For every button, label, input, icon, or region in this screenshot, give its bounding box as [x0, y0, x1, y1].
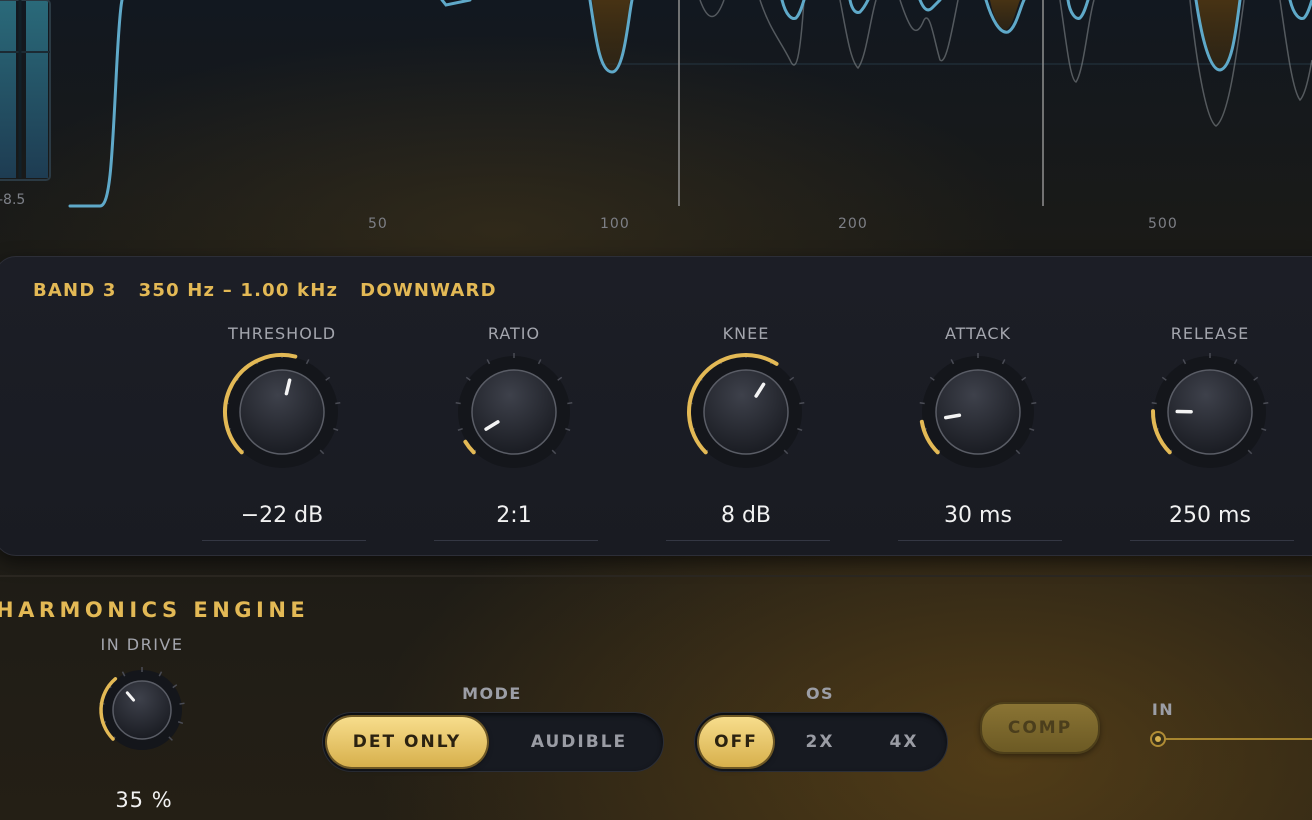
level-meter [0, 0, 51, 181]
band-name: BAND 3 [33, 280, 117, 301]
in-drive-label: IN DRIVE [100, 635, 184, 654]
mode-det-only-button[interactable]: DET ONLY [327, 717, 487, 767]
knee-value[interactable]: 8 dB [664, 503, 828, 528]
comp-button[interactable]: COMP [980, 702, 1100, 754]
os-switch: OFF 2X 4X [694, 712, 948, 772]
threshold-value[interactable]: −22 dB [200, 503, 364, 528]
spectrum-analyzer[interactable] [0, 0, 1312, 240]
knob-tick [1263, 402, 1269, 405]
knee-label: KNEE [722, 324, 770, 343]
knob-tick [1031, 402, 1037, 405]
mode-label: MODE [462, 684, 522, 703]
band-range: 350 Hz – 1.00 kHz [138, 280, 339, 301]
release-value[interactable]: 250 ms [1128, 503, 1292, 528]
knee-underline [666, 540, 830, 541]
os-2x-button[interactable]: 2X [783, 717, 857, 767]
release-label: RELEASE [1170, 324, 1250, 343]
knob-tick [919, 402, 925, 405]
section-divider [0, 575, 1312, 577]
freq-label-100: 100 [600, 216, 630, 232]
freq-label-500: 500 [1148, 216, 1178, 232]
attack-value[interactable]: 30 ms [896, 503, 1060, 528]
os-4x-button[interactable]: 4X [867, 717, 941, 767]
knob-tick [455, 402, 461, 405]
in-drive-value[interactable]: 35 % [84, 788, 204, 812]
threshold-label: THRESHOLD [227, 324, 337, 343]
harmonics-title: HARMONICS ENGINE [0, 598, 310, 622]
knob-tick [335, 402, 341, 405]
meter-value: -8.5 [0, 192, 26, 208]
knob-cap [239, 369, 325, 455]
band-mode[interactable]: DOWNWARD [360, 280, 497, 301]
knob-tick [179, 702, 185, 705]
knob-tick [567, 402, 573, 405]
threshold-underline [202, 540, 366, 541]
freq-label-200: 200 [838, 216, 868, 232]
knob-cap [935, 369, 1021, 455]
in-label: IN [1151, 700, 1175, 719]
knob-tick [1151, 402, 1157, 405]
mode-switch: DET ONLY AUDIBLE [322, 712, 664, 772]
mode-audible-button[interactable]: AUDIBLE [499, 717, 659, 767]
release-underline [1130, 540, 1294, 541]
os-label: OS [805, 684, 835, 703]
ratio-underline [434, 540, 598, 541]
attack-underline [898, 540, 1062, 541]
attack-label: ATTACK [944, 324, 1012, 343]
freq-label-50: 50 [368, 216, 388, 232]
ratio-label: RATIO [487, 324, 541, 343]
knob-cap [112, 680, 172, 740]
ratio-value[interactable]: 2:1 [432, 503, 596, 528]
knob-pointer [943, 413, 962, 420]
knob-tick [799, 402, 805, 405]
knob-cap [471, 369, 557, 455]
knob-cap [703, 369, 789, 455]
band-panel [0, 256, 1312, 556]
in-slider[interactable] [1150, 731, 1312, 747]
os-off-button[interactable]: OFF [699, 717, 773, 767]
band-header: BAND 3 350 Hz – 1.00 kHz DOWNWARD [33, 280, 519, 301]
eq-curve[interactable] [68, 0, 1312, 208]
